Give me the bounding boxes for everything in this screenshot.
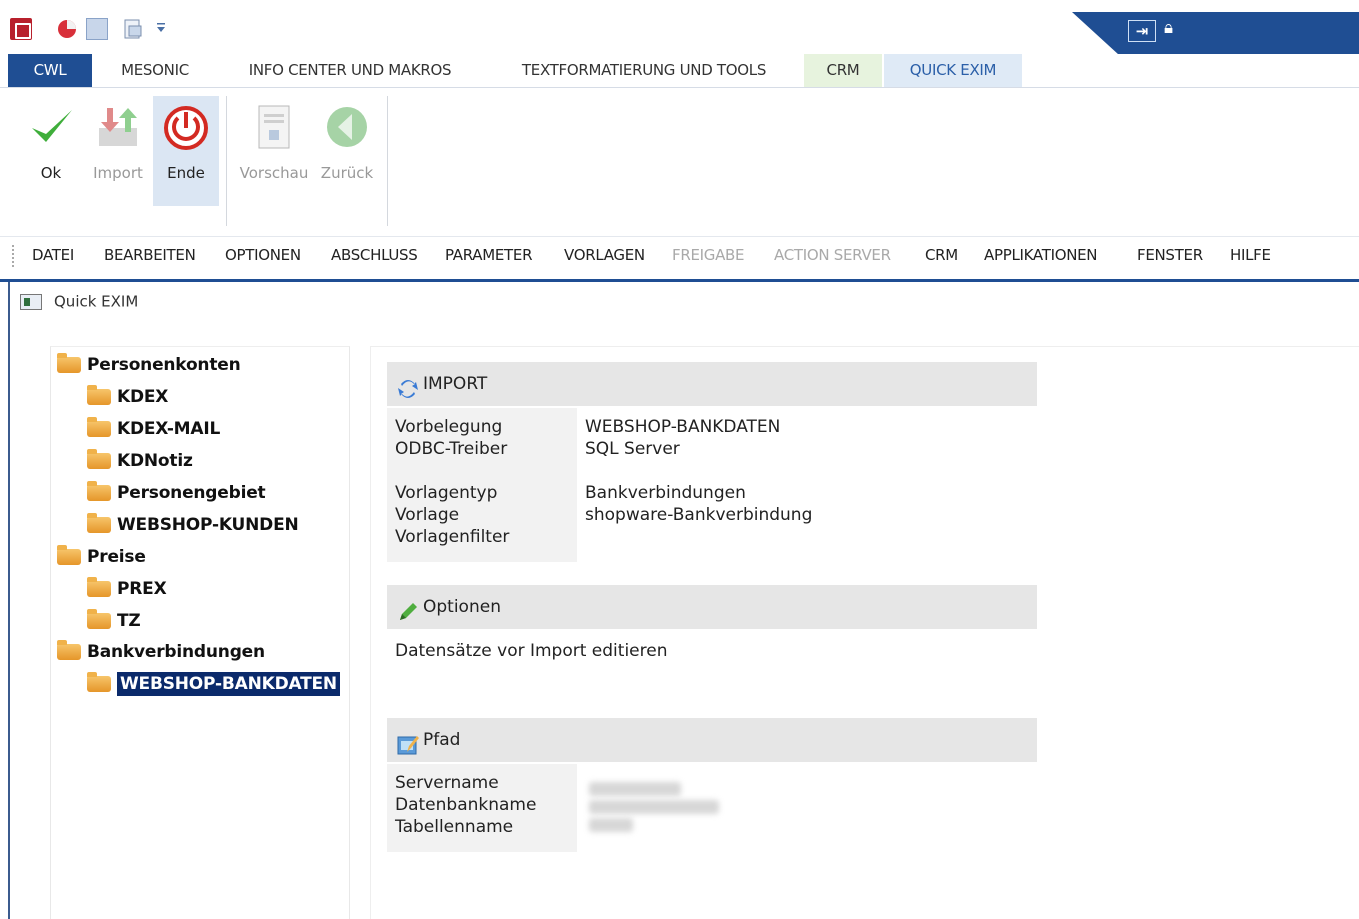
tab-mesonic[interactable]: MESONIC (102, 54, 208, 87)
tree-node-prex[interactable]: PREX (87, 575, 167, 603)
template-tree: Personenkonten KDEX KDEX-MAIL KDNotiz Pe… (50, 346, 350, 919)
menu-vorlagen[interactable]: VORLAGEN (564, 237, 645, 273)
folder-icon (87, 449, 111, 469)
pfad-section-header: Pfad (387, 718, 1037, 762)
redacted-datenbankname (589, 800, 719, 814)
folder-icon (57, 545, 81, 565)
title-bar-controls: ⇥ 🔒︎ (1072, 12, 1359, 54)
tab-cwl[interactable]: CWL (8, 54, 92, 87)
value-vorlagentyp: Bankverbindungen (585, 483, 746, 503)
redacted-servername (589, 782, 681, 796)
window-border (8, 282, 10, 919)
import-section-header: IMPORT (387, 362, 1037, 406)
import-button[interactable]: Import (86, 96, 150, 206)
tree-node-preise[interactable]: Preise (57, 543, 146, 571)
zurueck-button[interactable]: Zurück (314, 96, 380, 206)
folder-icon (87, 417, 111, 437)
ribbon-separator (387, 96, 388, 226)
label-tabellenname: Tabellenname (395, 817, 514, 837)
menu-fenster[interactable]: FENSTER (1137, 237, 1203, 273)
customize-dropdown-icon[interactable] (156, 18, 166, 40)
menu-bar: DATEI BEARBEITEN OPTIONEN ABSCHLUSS PARA… (0, 236, 1359, 274)
content-area: Quick EXIM Personenkonten KDEX KDEX-MAIL… (0, 282, 1359, 919)
folder-icon (57, 353, 81, 373)
pfad-labels: Servername Datenbankname Tabellenname (387, 764, 577, 852)
import-labels: Vorbelegung ODBC-Treiber Vorlagentyp Vor… (387, 408, 577, 562)
menu-datei[interactable]: DATEI (32, 237, 74, 273)
app-logo-icon[interactable] (10, 18, 32, 40)
tree-node-webshop-kunden[interactable]: WEBSHOP-KUNDEN (87, 511, 299, 539)
menu-abschluss[interactable]: ABSCHLUSS (331, 237, 418, 273)
tree-node-tz[interactable]: TZ (87, 607, 141, 635)
ok-button[interactable]: Ok (18, 96, 84, 206)
window-tool-icon[interactable] (86, 18, 108, 40)
back-arrow-icon (324, 104, 370, 150)
value-vorlage: shopware-Bankverbindung (585, 505, 813, 525)
menu-action-server[interactable]: ACTION SERVER (774, 237, 891, 273)
label-vorlagentyp: Vorlagentyp (395, 483, 498, 503)
import-arrows-icon (95, 104, 141, 150)
toolbar-grip[interactable] (12, 245, 14, 267)
pin-icon[interactable]: ⇥ (1128, 20, 1156, 42)
window-icon (20, 293, 42, 310)
redacted-tabellenname (589, 818, 633, 832)
menu-applikationen[interactable]: APPLIKATIONEN (984, 237, 1098, 273)
ende-button[interactable]: Ende (153, 96, 219, 206)
folder-icon (87, 385, 111, 405)
tree-node-kdex[interactable]: KDEX (87, 383, 168, 411)
folder-icon (57, 640, 81, 660)
tab-crm[interactable]: CRM (804, 54, 882, 87)
tree-node-webshop-bankdaten[interactable]: WEBSHOP-BANKDATEN (87, 670, 340, 698)
folder-icon (87, 481, 111, 501)
option-edit-records[interactable]: Datensätze vor Import editieren (395, 641, 667, 661)
label-odbc-treiber: ODBC-Treiber (395, 439, 508, 459)
ribbon-panel: Ok Import Ende Vorschau Zurück (0, 88, 1359, 230)
details-panel: IMPORT Vorbelegung ODBC-Treiber Vorlagen… (370, 346, 1359, 919)
pfad-values-redacted (585, 770, 765, 844)
tree-node-bankverbindungen[interactable]: Bankverbindungen (57, 638, 265, 666)
window-title: Quick EXIM (20, 292, 138, 316)
label-vorlagenfilter: Vorlagenfilter (395, 527, 510, 547)
folder-icon (87, 577, 111, 597)
checkmark-icon (28, 104, 74, 150)
optionen-section-header: Optionen (387, 585, 1037, 629)
preview-document-icon (251, 104, 297, 150)
label-vorbelegung: Vorbelegung (395, 417, 503, 437)
menu-optionen[interactable]: OPTIONEN (225, 237, 301, 273)
menu-crm[interactable]: CRM (925, 237, 958, 273)
ribbon-separator (226, 96, 227, 226)
value-odbc-treiber: SQL Server (585, 439, 680, 459)
lock-icon[interactable]: 🔒︎ (1164, 18, 1173, 38)
value-vorbelegung: WEBSHOP-BANKDATEN (585, 417, 781, 437)
label-datenbankname: Datenbankname (395, 795, 537, 815)
folder-icon (87, 513, 111, 533)
tree-node-personengebiet[interactable]: Personengebiet (87, 479, 266, 507)
tab-quick-exim[interactable]: QUICK EXIM (884, 54, 1022, 87)
label-vorlage: Vorlage (395, 505, 460, 525)
import-icon (397, 373, 419, 398)
open-folder-icon (87, 672, 111, 692)
tree-node-kdex-mail[interactable]: KDEX-MAIL (87, 415, 220, 443)
power-icon (163, 104, 209, 150)
folder-icon (87, 609, 111, 629)
menu-hilfe[interactable]: HILFE (1230, 237, 1271, 273)
menu-bearbeiten[interactable]: BEARBEITEN (104, 237, 196, 273)
label-servername: Servername (395, 773, 499, 793)
vorschau-button[interactable]: Vorschau (236, 96, 312, 206)
tree-node-kdnotiz[interactable]: KDNotiz (87, 447, 193, 475)
path-edit-icon (397, 729, 419, 755)
app-window: ⇥ 🔒︎ CWL MESONIC INFO CENTER UND MAKROS … (0, 0, 1359, 919)
menu-freigabe[interactable]: FREIGABE (672, 237, 745, 273)
page-tool-icon[interactable] (122, 18, 144, 40)
value-vorlagenfilter (585, 526, 1035, 548)
tree-node-personenkonten[interactable]: Personenkonten (57, 351, 241, 379)
tab-textformatierung[interactable]: TEXTFORMATIERUNG UND TOOLS (500, 54, 788, 87)
tab-info-center[interactable]: INFO CENTER UND MAKROS (226, 54, 474, 87)
chart-tool-icon[interactable] (56, 18, 78, 40)
ribbon-tabs: CWL MESONIC INFO CENTER UND MAKROS TEXTF… (0, 54, 1359, 88)
quick-access-toolbar: ⇥ 🔒︎ (0, 0, 1359, 54)
pencil-icon (397, 596, 419, 620)
import-values: WEBSHOP-BANKDATEN SQL Server Bankverbind… (585, 408, 1035, 556)
menu-parameter[interactable]: PARAMETER (445, 237, 533, 273)
